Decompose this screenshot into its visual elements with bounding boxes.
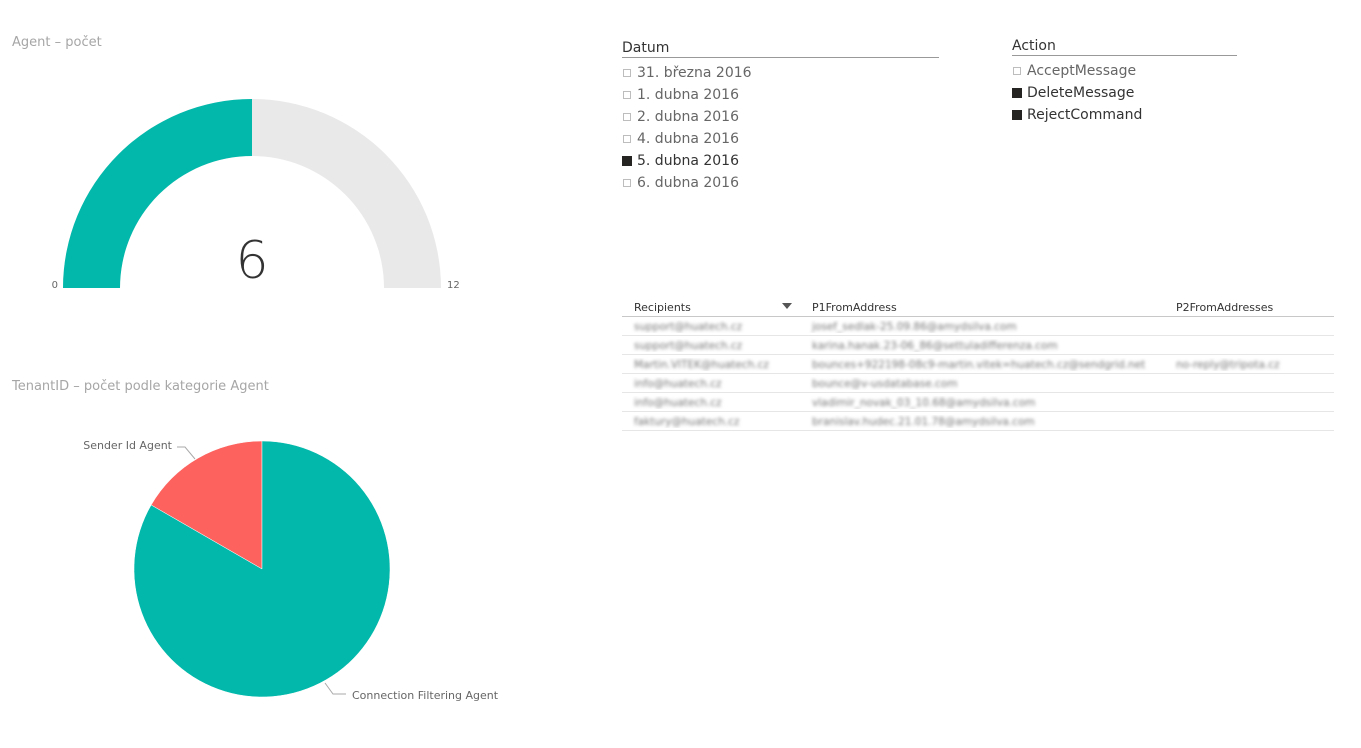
pie-leader-line: [177, 446, 196, 460]
pie-chart: Sender Id Agent Connection Filtering Agen…: [83, 439, 499, 702]
table-cell-text: info@huatech.cz: [634, 396, 722, 409]
datum-slicer: Datum 31. března 2016 1. dubna 2016 2. dub…: [622, 40, 939, 194]
action-slicer-header: Action: [1012, 38, 1237, 56]
table-cell: support@huatech.cz: [622, 339, 798, 352]
checkbox-unchecked-icon[interactable]: [623, 69, 631, 77]
datum-slicer-item[interactable]: 1. dubna 2016: [622, 84, 939, 106]
data-table: Recipients P1FromAddress P2FromAddresses…: [622, 299, 1334, 431]
action-slicer-item[interactable]: DeleteMessage: [1012, 82, 1237, 104]
table-cell: branislav.hudec.21.01.78@amydsilva.com: [798, 415, 1164, 428]
action-slicer-item[interactable]: RejectCommand: [1012, 104, 1237, 126]
table-cell: Martin.VITEK@huatech.cz: [622, 358, 798, 371]
table-cell: info@huatech.cz: [622, 396, 798, 409]
table-cell-text: support@huatech.cz: [634, 339, 743, 352]
datum-slicer-item[interactable]: 5. dubna 2016: [622, 150, 939, 172]
table-cell: bounce@v-usdatabase.com: [798, 377, 1164, 390]
action-slicer-item[interactable]: AcceptMessage: [1012, 60, 1237, 82]
checkbox-unchecked-icon[interactable]: [623, 179, 631, 187]
checkbox-unchecked-icon[interactable]: [1013, 67, 1021, 75]
column-header-recipients[interactable]: Recipients: [622, 299, 798, 316]
table-cell: support@huatech.cz: [622, 320, 798, 333]
datum-slicer-item-label: 31. března 2016: [637, 65, 752, 81]
checkbox-unchecked-icon[interactable]: [623, 91, 631, 99]
table-row[interactable]: info@huatech.cz bounce@v-usdatabase.com: [622, 374, 1334, 393]
table-cell-text: faktury@huatech.cz: [634, 415, 740, 428]
table-cell: faktury@huatech.cz: [622, 415, 798, 428]
column-header-label: P2FromAddresses: [1176, 301, 1274, 314]
column-header-label: Recipients: [634, 301, 691, 314]
table-row[interactable]: support@huatech.cz karina.hanak.23-06_86@…: [622, 336, 1334, 355]
table-cell-text: josef_sedlak-25.09.86@amydsilva.com: [812, 320, 1017, 333]
action-slicer-item-label: DeleteMessage: [1027, 85, 1135, 101]
table-cell-text: karina.hanak.23-06_86@settuladifferenza.…: [812, 339, 1058, 352]
datum-slicer-item-label: 6. dubna 2016: [637, 175, 739, 191]
table-cell-text: support@huatech.cz: [634, 320, 743, 333]
table-row[interactable]: info@huatech.cz vladimir_novak_03_10.68@a…: [622, 393, 1334, 412]
table-header: Recipients P1FromAddress P2FromAddresses: [622, 299, 1334, 317]
table-cell-text: branislav.hudec.21.01.78@amydsilva.com: [812, 415, 1035, 428]
checkbox-checked-icon[interactable]: [622, 156, 632, 166]
datum-slicer-header: Datum: [622, 40, 939, 58]
table-row[interactable]: faktury@huatech.cz branislav.hudec.21.01.…: [622, 412, 1334, 431]
table-row[interactable]: Martin.VITEK@huatech.cz bounces+922198-08…: [622, 355, 1334, 374]
column-header-p1fromaddress[interactable]: P1FromAddress: [798, 299, 1164, 316]
datum-slicer-item[interactable]: 2. dubna 2016: [622, 106, 939, 128]
datum-slicer-item-label: 4. dubna 2016: [637, 131, 739, 147]
checkbox-checked-icon[interactable]: [1012, 88, 1022, 98]
table-cell-text: info@huatech.cz: [634, 377, 722, 390]
checkbox-unchecked-icon[interactable]: [623, 135, 631, 143]
datum-slicer-item[interactable]: 6. dubna 2016: [622, 172, 939, 194]
column-header-p2fromaddresses[interactable]: P2FromAddresses: [1164, 299, 1334, 316]
datum-slicer-item-label: 5. dubna 2016: [637, 153, 739, 169]
datum-slicer-item-label: 2. dubna 2016: [637, 109, 739, 125]
datum-slicer-item[interactable]: 31. března 2016: [622, 62, 939, 84]
table-cell: bounces+922198-08c9-martin.vitek=huatech…: [798, 358, 1164, 371]
table-cell: info@huatech.cz: [622, 377, 798, 390]
column-header-label: P1FromAddress: [812, 301, 897, 314]
datum-slicer-item-label: 1. dubna 2016: [637, 87, 739, 103]
action-slicer: Action AcceptMessage DeleteMessage RejectC…: [1012, 38, 1237, 126]
sort-descending-icon[interactable]: [782, 303, 792, 309]
table-cell-text: bounce@v-usdatabase.com: [812, 377, 958, 390]
table-cell: karina.hanak.23-06_86@settuladifferenza.…: [798, 339, 1164, 352]
table-cell-text: Martin.VITEK@huatech.cz: [634, 358, 769, 371]
table-cell-text: vladimir_novak_03_10.68@amydsilva.com: [812, 396, 1036, 409]
pie-leader-line: [324, 682, 346, 695]
table-cell-text: no-reply@tripota.cz: [1176, 358, 1280, 371]
action-slicer-item-label: RejectCommand: [1027, 107, 1143, 123]
table-row[interactable]: support@huatech.cz josef_sedlak-25.09.86@…: [622, 317, 1334, 336]
pie-label: Connection Filtering Agent: [352, 689, 499, 702]
checkbox-unchecked-icon[interactable]: [623, 113, 631, 121]
table-cell: no-reply@tripota.cz: [1164, 358, 1334, 371]
table-cell: josef_sedlak-25.09.86@amydsilva.com: [798, 320, 1164, 333]
table-cell-text: bounces+922198-08c9-martin.vitek=huatech…: [812, 358, 1146, 371]
checkbox-checked-icon[interactable]: [1012, 110, 1022, 120]
pie-label: Sender Id Agent: [83, 439, 172, 452]
datum-slicer-item[interactable]: 4. dubna 2016: [622, 128, 939, 150]
table-cell: vladimir_novak_03_10.68@amydsilva.com: [798, 396, 1164, 409]
action-slicer-item-label: AcceptMessage: [1027, 63, 1137, 79]
